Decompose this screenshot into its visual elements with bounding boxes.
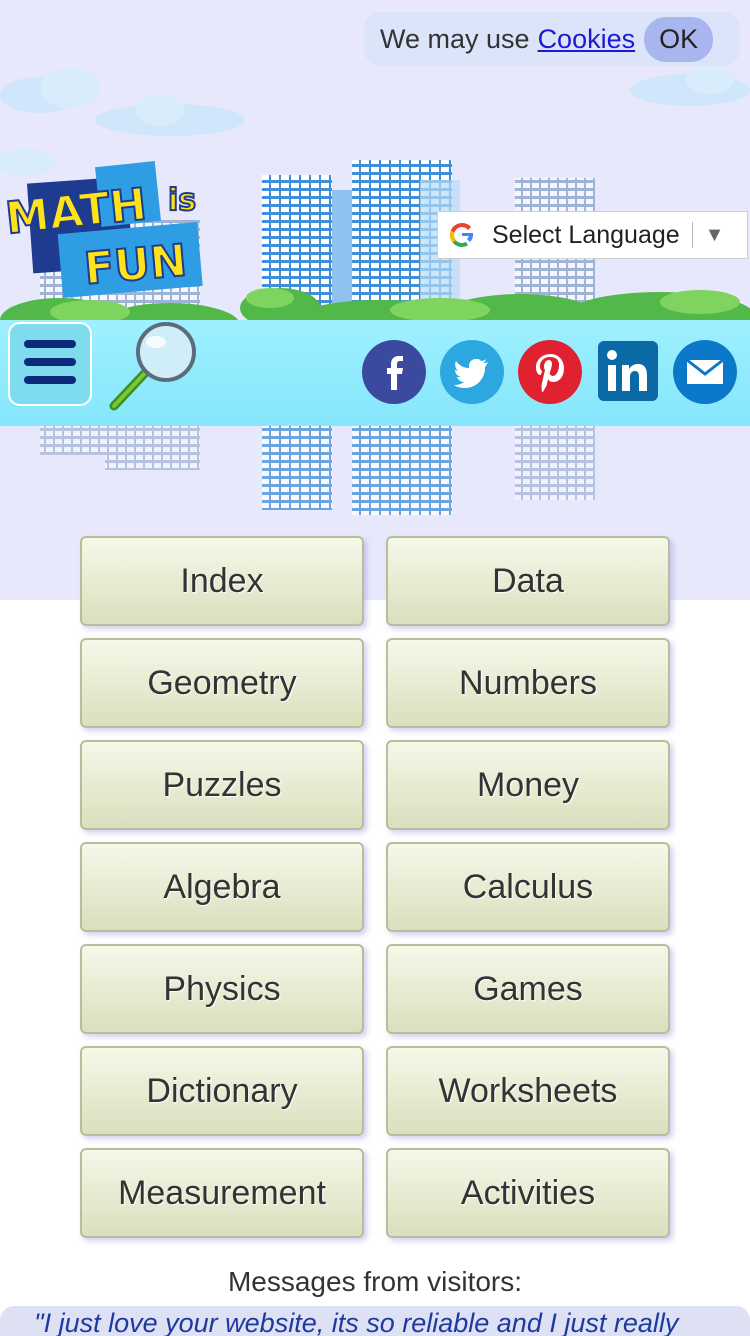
language-select-label: Select Language: [492, 220, 680, 249]
cookie-banner: We may use Cookies OK: [364, 12, 740, 66]
nav-button-puzzles[interactable]: Puzzles: [80, 740, 364, 830]
facebook-icon[interactable]: [362, 340, 426, 404]
visitor-quote-box: "I just love your website, its so reliab…: [0, 1306, 750, 1336]
cookie-text: We may use: [380, 23, 530, 54]
twitter-icon[interactable]: [440, 340, 504, 404]
nav-button-calculus[interactable]: Calculus: [386, 842, 670, 932]
menu-bar: [24, 340, 76, 348]
visitor-quote: "I just love your website, its so reliab…: [34, 1308, 679, 1336]
cloud-decoration: [630, 66, 750, 106]
nav-button-measurement[interactable]: Measurement: [80, 1148, 364, 1238]
language-select[interactable]: Select Language ▼: [437, 211, 748, 259]
menu-bar: [24, 376, 76, 384]
chevron-down-icon: ▼: [704, 223, 725, 246]
nav-button-money[interactable]: Money: [386, 740, 670, 830]
logo-word-is: is: [168, 183, 196, 218]
email-icon[interactable]: [673, 340, 737, 404]
linkedin-icon[interactable]: [596, 339, 660, 403]
language-select-divider: [691, 222, 693, 248]
cloud-decoration: [95, 94, 245, 136]
nav-button-algebra[interactable]: Algebra: [80, 842, 364, 932]
hamburger-menu-icon[interactable]: [8, 322, 92, 406]
topic-navigation-grid: Index Data Geometry Numbers Puzzles Mone…: [80, 536, 670, 1238]
nav-button-physics[interactable]: Physics: [80, 944, 364, 1034]
nav-button-games[interactable]: Games: [386, 944, 670, 1034]
nav-button-worksheets[interactable]: Worksheets: [386, 1046, 670, 1136]
site-header: MATH is FUN We may use Cookies OK Select…: [0, 0, 750, 600]
math-is-fun-logo[interactable]: MATH is FUN: [0, 158, 210, 298]
google-g-icon: [450, 222, 474, 247]
pinterest-icon[interactable]: [518, 340, 582, 404]
magnifier-icon[interactable]: [104, 320, 200, 414]
messages-heading: Messages from visitors:: [227, 1266, 523, 1297]
nav-button-index[interactable]: Index: [80, 536, 364, 626]
nav-button-geometry[interactable]: Geometry: [80, 638, 364, 728]
logo-word-fun: FUN: [82, 235, 189, 295]
cookies-link[interactable]: Cookies: [538, 24, 636, 55]
nav-button-dictionary[interactable]: Dictionary: [80, 1046, 364, 1136]
cookie-ok-button[interactable]: OK: [644, 16, 714, 62]
nav-button-data[interactable]: Data: [386, 536, 670, 626]
nav-button-activities[interactable]: Activities: [386, 1148, 670, 1238]
menu-bar: [24, 358, 76, 366]
nav-button-numbers[interactable]: Numbers: [386, 638, 670, 728]
